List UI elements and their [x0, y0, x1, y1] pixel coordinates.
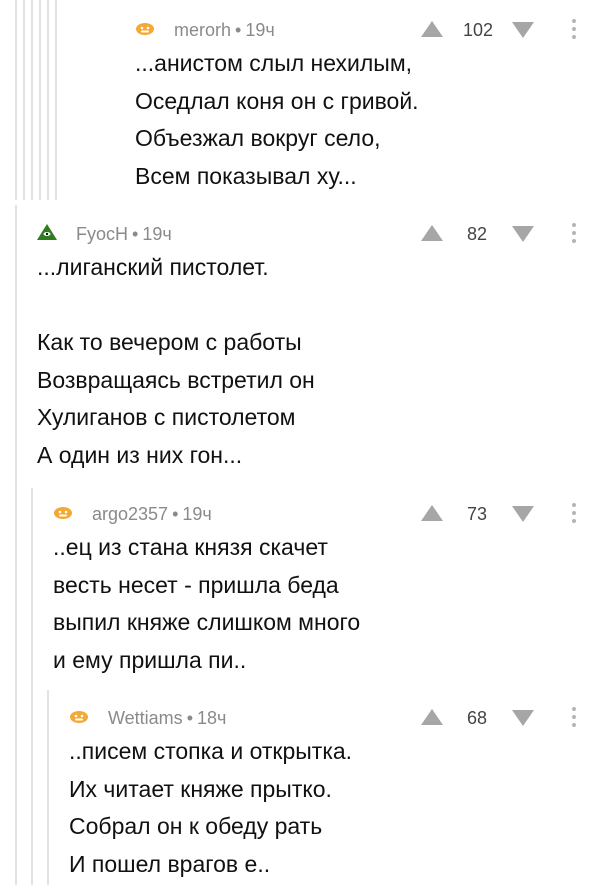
thread-line: [47, 690, 49, 885]
downvote-icon[interactable]: [512, 226, 534, 242]
rating-value: 102: [462, 20, 493, 40]
more-icon[interactable]: [572, 503, 576, 523]
comment-line: [37, 287, 600, 325]
comment-line: выпил княже слишком много: [53, 609, 361, 635]
downvote-icon[interactable]: [512, 506, 534, 522]
upvote-icon[interactable]: [421, 505, 443, 521]
avatar-placeholder-icon[interactable]: [135, 21, 155, 35]
comment-line: и ему пришла пи..: [53, 646, 247, 673]
more-icon[interactable]: [572, 223, 576, 243]
upvote-icon[interactable]: [421, 709, 443, 725]
comment-meta: FyocH • 19ч: [76, 224, 172, 245]
upvote-icon[interactable]: [421, 21, 443, 37]
comment-line: Всем показывал ху...: [135, 162, 357, 189]
comment-line: весть несет - пришла беда: [53, 571, 339, 598]
comment-line: Возвращаясь встретил он: [37, 366, 315, 393]
comment-meta: argo2357 • 19ч: [92, 504, 212, 525]
rating-value: 73: [466, 504, 487, 524]
comment-line: Оседлал коня он с гривой.: [135, 87, 419, 114]
comment-meta: Wettiams • 18ч: [108, 708, 226, 729]
pyramid-eye-icon[interactable]: [37, 224, 57, 240]
rating-value: 68: [466, 708, 487, 728]
comment-time[interactable]: 18ч: [197, 708, 226, 728]
comment-line: Хулиганов с пистолетом: [37, 404, 296, 430]
comment-text: ..ец из стана князя скачет весть несет -…: [53, 529, 600, 679]
comment-time[interactable]: 19ч: [182, 504, 211, 524]
comment-header: argo2357 • 19ч 73: [53, 499, 600, 529]
upvote-icon[interactable]: [421, 225, 443, 241]
comment-line: ..писем стопка и открытка.: [69, 738, 353, 764]
author-link[interactable]: Wettiams: [108, 708, 183, 728]
rating-value: 82: [466, 224, 487, 244]
comment-line: Их читает княже прытко.: [69, 775, 332, 802]
separator-dot: •: [132, 224, 139, 244]
comment-line: А один из них гон...: [37, 441, 243, 468]
downvote-icon[interactable]: [512, 710, 534, 726]
author-link[interactable]: FyocH: [76, 224, 128, 244]
author-link[interactable]: argo2357: [92, 504, 168, 524]
comment-text: ...анистом слыл нехилым, Оседлал коня он…: [135, 45, 600, 195]
separator-dot: •: [172, 504, 179, 524]
avatar-placeholder-icon[interactable]: [53, 505, 73, 519]
comment-line: Собрал он к обеду рать: [69, 813, 323, 839]
comment: FyocH • 19ч 82 ...лиганский пистолет. Как …: [37, 219, 600, 474]
comment-line: И пошел врагов е..: [69, 850, 271, 877]
thread-line: [15, 0, 17, 200]
comment-header: FyocH • 19ч 82: [37, 219, 600, 249]
thread-line: [55, 0, 57, 200]
author-link[interactable]: merorh: [174, 20, 231, 40]
thread-line: [31, 488, 33, 885]
comment-meta: merorh • 19ч: [174, 20, 275, 41]
comment-time[interactable]: 19ч: [142, 224, 171, 244]
comment-text: ...лиганский пистолет. Как то вечером с …: [37, 249, 600, 474]
comment-line: Объезжал вокруг село,: [135, 125, 381, 151]
thread-line: [31, 0, 33, 200]
comment: Wettiams • 18ч 68 ..писем стопка и открытк…: [69, 703, 600, 883]
more-icon[interactable]: [572, 19, 576, 39]
thread-line: [39, 0, 41, 200]
more-icon[interactable]: [572, 707, 576, 727]
comment-line: ..ец из стана князя скачет: [53, 534, 328, 560]
downvote-icon[interactable]: [512, 22, 534, 38]
comment-line: ...анистом слыл нехилым,: [135, 50, 413, 76]
separator-dot: •: [235, 20, 242, 40]
separator-dot: •: [186, 708, 193, 728]
thread-line: [23, 0, 25, 200]
comment-header: merorh • 19ч 102: [135, 15, 600, 45]
comment-header: Wettiams • 18ч 68: [69, 703, 600, 733]
comment-text: ..писем стопка и открытка. Их читает кня…: [69, 733, 600, 883]
comment-line: ...лиганский пистолет.: [37, 254, 269, 280]
thread-line: [47, 0, 49, 200]
comment: merorh • 19ч 102 ...анистом слыл нехилым, …: [135, 15, 600, 195]
comment: argo2357 • 19ч 73 ..ец из стана князя скач…: [53, 499, 600, 679]
avatar-placeholder-icon[interactable]: [69, 709, 89, 723]
comment-line: Как то вечером с работы: [37, 329, 302, 355]
thread-line: [15, 205, 17, 885]
comment-time[interactable]: 19ч: [245, 20, 274, 40]
